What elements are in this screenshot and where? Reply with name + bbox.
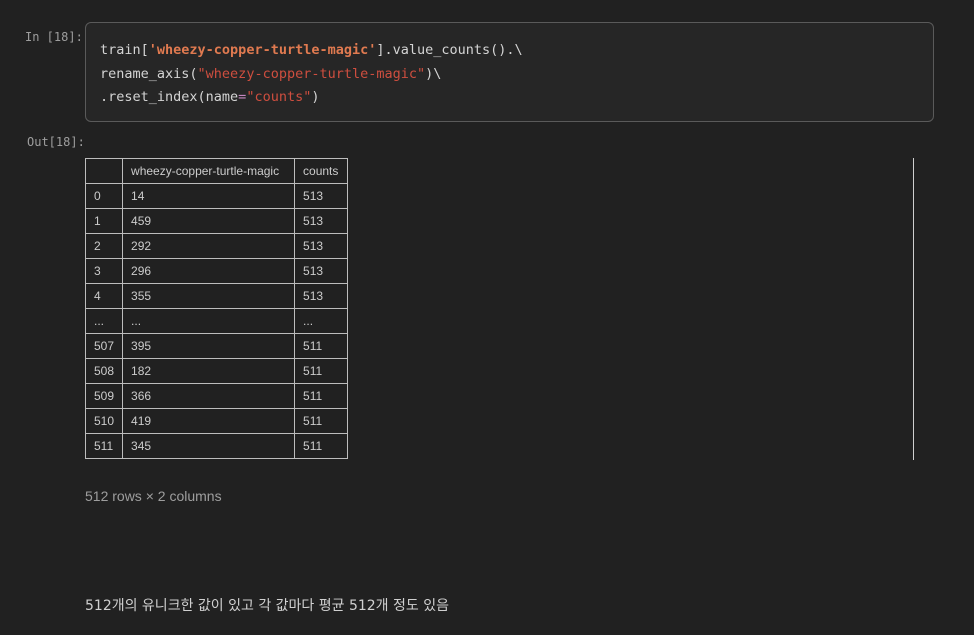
code-token: ) bbox=[311, 89, 320, 105]
row-index: 508 bbox=[84, 358, 124, 384]
index-header bbox=[84, 158, 124, 184]
code-cell[interactable]: train['wheezy-copper-turtle-magic'].valu… bbox=[85, 22, 934, 122]
table-cell: 511 bbox=[294, 333, 349, 359]
code-line-2: rename_axis("wheezy-copper-turtle-magic"… bbox=[100, 63, 919, 87]
table-row: 3 296 513 bbox=[84, 258, 349, 284]
output-scrollbar[interactable] bbox=[913, 158, 914, 460]
table-cell: 292 bbox=[122, 233, 296, 259]
code-string: "wheezy-copper-turtle-magic" bbox=[197, 65, 426, 82]
table-header-row: wheezy-copper-turtle-magic counts bbox=[84, 158, 349, 184]
input-prompt: In [18]: bbox=[25, 30, 83, 44]
table-cell: 14 bbox=[122, 183, 296, 209]
code-line-3: .reset_index(name="counts") bbox=[100, 86, 919, 110]
row-index: 2 bbox=[84, 233, 124, 259]
column-header: wheezy-copper-turtle-magic bbox=[122, 158, 296, 184]
row-index: 1 bbox=[84, 208, 124, 234]
code-string: 'wheezy-copper-turtle-magic' bbox=[148, 42, 377, 58]
table-cell: 511 bbox=[294, 408, 349, 434]
output-prompt: Out[18]: bbox=[27, 135, 85, 149]
row-index: 4 bbox=[84, 283, 124, 309]
code-token: .reset_index(name bbox=[100, 89, 239, 105]
dataframe-table: wheezy-copper-turtle-magic counts 0 14 513… bbox=[84, 158, 349, 459]
notebook-page: In [18]: train['wheezy-copper-turtle-mag… bbox=[0, 0, 974, 635]
table-cell: 182 bbox=[122, 358, 296, 384]
table-row: 508 182 511 bbox=[84, 358, 349, 384]
table-cell: 511 bbox=[294, 433, 349, 459]
dataframe-shape: 512 rows × 2 columns bbox=[85, 488, 222, 504]
column-header: counts bbox=[294, 158, 349, 184]
table-cell: 511 bbox=[294, 358, 349, 384]
row-index: 0 bbox=[84, 183, 124, 209]
row-index: ... bbox=[84, 308, 124, 334]
code-token: rename_axis( bbox=[100, 65, 198, 82]
table-row: 4 355 513 bbox=[84, 283, 349, 309]
table-cell: 513 bbox=[294, 283, 349, 309]
table-cell: 459 bbox=[122, 208, 296, 234]
table-row: 2 292 513 bbox=[84, 233, 349, 259]
table-cell: ... bbox=[294, 308, 349, 334]
row-index: 511 bbox=[84, 433, 124, 459]
table-row: ......... bbox=[84, 308, 349, 334]
table-cell: 513 bbox=[294, 258, 349, 284]
row-index: 510 bbox=[84, 408, 124, 434]
table-cell: 513 bbox=[294, 208, 349, 234]
table-cell: 419 bbox=[122, 408, 296, 434]
table-cell: 296 bbox=[122, 258, 296, 284]
row-index: 509 bbox=[84, 383, 124, 409]
row-index: 507 bbox=[84, 333, 124, 359]
output-area: wheezy-copper-turtle-magic counts 0 14 513… bbox=[84, 158, 349, 459]
code-token: )\ bbox=[425, 65, 442, 82]
table-cell: 395 bbox=[122, 333, 296, 359]
table-cell: 355 bbox=[122, 283, 296, 309]
table-cell: 366 bbox=[122, 383, 296, 409]
table-row: 510 419 511 bbox=[84, 408, 349, 434]
row-index: 3 bbox=[84, 258, 124, 284]
table-row: 507 395 511 bbox=[84, 333, 349, 359]
table-row: 511 345 511 bbox=[84, 433, 349, 459]
table-row: 1 459 513 bbox=[84, 208, 349, 234]
table-row: 0 14 513 bbox=[84, 183, 349, 209]
markdown-cell[interactable]: 512개의 유니크한 값이 있고 각 값마다 평균 512개 정도 있음 bbox=[85, 595, 449, 615]
code-string: "counts" bbox=[246, 89, 312, 105]
table-cell: ... bbox=[122, 308, 296, 334]
table-cell: 513 bbox=[294, 183, 349, 209]
table-row: 509 366 511 bbox=[84, 383, 349, 409]
table-cell: 513 bbox=[294, 233, 349, 259]
code-line-1: train['wheezy-copper-turtle-magic'].valu… bbox=[100, 39, 919, 63]
table-cell: 345 bbox=[122, 433, 296, 459]
table-cell: 511 bbox=[294, 383, 349, 409]
code-token: ].value_counts().\ bbox=[376, 42, 523, 58]
code-token: train[ bbox=[100, 42, 149, 58]
